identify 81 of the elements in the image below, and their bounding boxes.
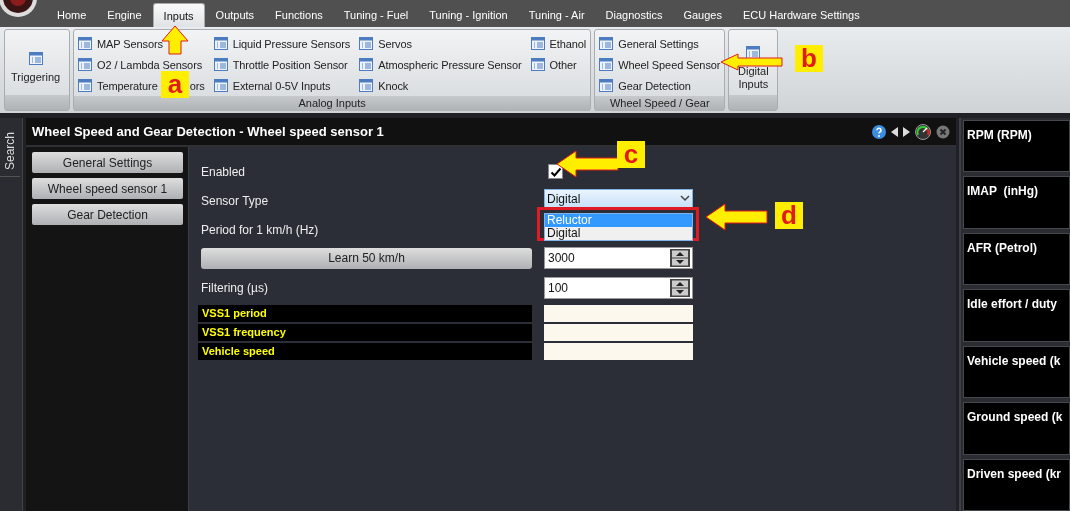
menu-tab[interactable]: Engine <box>97 3 152 27</box>
list-icon <box>213 58 228 71</box>
menu-tab[interactable]: Gauges <box>673 3 732 27</box>
number-input[interactable]: 100 <box>544 277 693 299</box>
menu-tab[interactable]: Tuning - Ignition <box>419 3 518 27</box>
nav-button[interactable]: Wheel speed sensor 1 <box>32 178 183 199</box>
field-label: Sensor Type <box>201 193 270 208</box>
ribbon-item[interactable]: General Settings <box>599 33 721 54</box>
list-icon <box>78 37 92 50</box>
spinner-icon[interactable] <box>670 249 690 267</box>
number-input[interactable]: 3000 <box>544 247 693 269</box>
gauge-title: AFR (Petrol) <box>967 240 1037 255</box>
group-caption: Wheel Speed / Gear <box>609 96 710 111</box>
annotation-letter: a <box>161 71 189 98</box>
gauge-title: Idle effort / duty <box>967 297 1057 312</box>
panel-title: Wheel Speed and Gear Detection - Wheel speed sensor 1 <box>32 124 385 139</box>
chevron-down-icon <box>680 195 690 202</box>
search-tab[interactable]: Search <box>0 126 20 178</box>
menu-tab[interactable]: Tuning - Air <box>518 3 595 27</box>
close-icon[interactable] <box>936 124 950 139</box>
readout-label: VSS1 frequency <box>202 325 286 340</box>
list-icon <box>78 58 92 71</box>
ribbon-item[interactable]: Servos <box>359 33 522 54</box>
help-icon[interactable] <box>872 124 886 139</box>
field-label: Enabled <box>201 164 247 179</box>
readout-label: Vehicle speed <box>202 344 275 359</box>
list-icon <box>599 58 614 71</box>
previous-icon[interactable] <box>891 126 898 137</box>
gauge-title: Vehicle speed (k <box>967 353 1061 368</box>
ribbon-item[interactable]: Ethanol <box>530 33 587 54</box>
annotation-letter: b <box>795 45 823 72</box>
arrow-annotation <box>705 203 768 231</box>
list-icon <box>746 45 761 59</box>
ribbon-button[interactable]: Triggering <box>5 30 67 94</box>
ribbon-item[interactable]: Liquid Pressure Sensors <box>213 33 351 54</box>
list-icon <box>599 79 614 92</box>
nav-button[interactable]: General Settings <box>32 152 183 173</box>
list-icon <box>359 79 374 92</box>
field-label: Filtering (µs) <box>201 281 269 295</box>
gauge-title: Ground speed (k <box>967 410 1063 425</box>
list-icon <box>213 37 228 50</box>
list-icon <box>530 58 545 71</box>
ribbon-item[interactable]: Knock <box>359 75 522 96</box>
menu-tab[interactable]: Tuning - Fuel <box>333 3 419 27</box>
arrow-annotation <box>161 25 189 55</box>
nav-button[interactable]: Gear Detection <box>32 204 183 225</box>
field-label: Period for 1 km/h (Hz) <box>201 222 320 237</box>
menu-tab[interactable]: ECU Hardware Settings <box>732 3 870 27</box>
group-footer <box>5 95 69 110</box>
ribbon-item[interactable]: External 0-5V Inputs <box>213 75 351 96</box>
arrow-annotation <box>556 150 619 178</box>
spinner-icon[interactable] <box>670 279 690 297</box>
gauge-icon[interactable] <box>915 123 931 140</box>
learn-button[interactable]: Learn 50 km/h <box>201 247 532 269</box>
next-icon[interactable] <box>903 126 910 137</box>
ribbon-item[interactable]: Throttle Position Sensor <box>213 54 351 75</box>
menu-tab[interactable]: Outputs <box>205 3 265 27</box>
list-icon <box>359 37 374 50</box>
gauge-title: RPM (RPM) <box>967 128 1032 142</box>
list-icon <box>599 37 614 50</box>
gauge-title: IMAP (inHg) <box>967 184 1039 199</box>
list-icon <box>213 79 228 92</box>
gauge-title: Driven speed (kr <box>967 466 1062 481</box>
ribbon-item[interactable]: Gear Detection <box>599 75 721 96</box>
group-footer <box>729 95 778 110</box>
menu-tab[interactable]: Inputs <box>152 3 205 27</box>
annotation-letter: d <box>775 202 803 229</box>
menu-tab[interactable]: Functions <box>265 3 333 27</box>
ribbon-item[interactable]: Wheel Speed Sensor <box>599 54 721 75</box>
group-caption: Analog Inputs <box>298 96 366 111</box>
annotation-letter: c <box>617 141 645 168</box>
list-icon <box>530 37 545 50</box>
list-icon <box>359 58 374 71</box>
menu-tab[interactable]: Diagnostics <box>595 3 673 27</box>
menu-tab[interactable]: Home <box>47 3 97 27</box>
list-icon <box>78 79 92 92</box>
ribbon-item[interactable]: Atmospheric Pressure Sensor <box>359 54 522 75</box>
ribbon-item[interactable]: Other <box>530 54 587 75</box>
dropdown-option[interactable]: Digital <box>545 227 692 240</box>
readout-label: VSS1 period <box>202 306 267 321</box>
list-icon <box>28 52 43 65</box>
